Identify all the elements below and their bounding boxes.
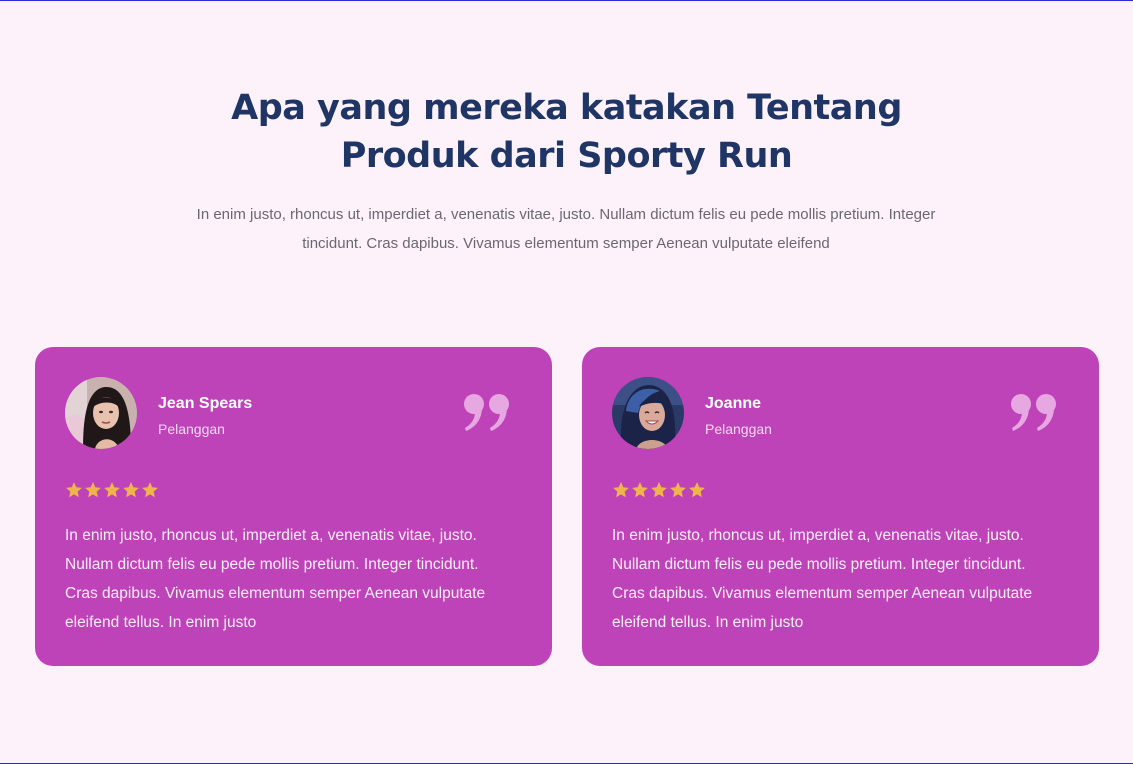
star-icon	[104, 482, 120, 498]
star-icon	[613, 482, 629, 498]
star-icon	[123, 482, 139, 498]
rating-stars	[612, 481, 706, 503]
avatar	[612, 377, 684, 449]
star-icon	[689, 482, 705, 498]
quote-mark-icon	[464, 394, 509, 431]
customer-role: Pelanggan	[705, 421, 772, 437]
avatar	[65, 377, 137, 449]
woman-portrait-icon	[65, 377, 137, 449]
star-icon	[651, 482, 667, 498]
star-icon	[66, 482, 82, 498]
customer-role: Pelanggan	[158, 421, 225, 437]
star-icon	[142, 482, 158, 498]
rating-stars	[65, 481, 159, 503]
customer-name: Jean Spears	[158, 395, 253, 412]
testimonial-card: Joanne Pelanggan In enim justo, rhoncus …	[582, 347, 1099, 666]
section-title-line-1: Apa yang mereka katakan Tentang	[231, 88, 902, 128]
star-icon	[85, 482, 101, 498]
woman-portrait-icon	[612, 377, 684, 449]
star-icon	[632, 482, 648, 498]
quote-mark-icon	[1011, 394, 1056, 431]
testimonial-text: In enim justo, rhoncus ut, imperdiet a, …	[612, 527, 1033, 631]
testimonials-section: Apa yang mereka katakan Tentang Produk d…	[0, 1, 1133, 763]
section-title-line-2: Produk dari Sporty Run	[340, 136, 793, 176]
testimonial-card: Jean Spears Pelanggan In enim justo, rho…	[35, 347, 552, 666]
customer-name: Joanne	[705, 395, 762, 412]
section-title: Apa yang mereka katakan Tentang Produk d…	[0, 84, 1133, 180]
section-intro: In enim justo, rhoncus ut, imperdiet a, …	[196, 206, 936, 252]
star-icon	[670, 482, 686, 498]
testimonial-text: In enim justo, rhoncus ut, imperdiet a, …	[65, 527, 486, 631]
